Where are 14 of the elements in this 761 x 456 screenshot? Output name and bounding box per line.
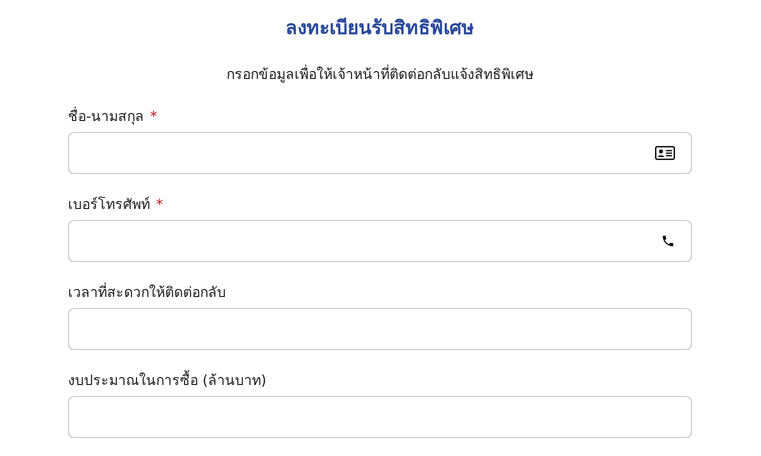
required-mark: * <box>156 196 163 215</box>
input-field[interactable] <box>68 132 692 174</box>
form-subtitle: กรอกข้อมูลเพื่อให้เจ้าหน้าที่ติดต่อกลับแจ้งสิทธิพิเศษ <box>226 64 534 86</box>
form-title: ลงทะเบียนรับสิทธิพิเศษ <box>286 16 474 41</box>
input-field[interactable] <box>68 396 692 438</box>
field-label: เวลาที่สะดวกให้ติดต่อกลับ <box>68 283 226 303</box>
field-label: งบประมาณในการซื้อ (ล้านบาท) <box>68 371 266 391</box>
input-field[interactable] <box>68 220 692 262</box>
id-card-icon <box>655 146 675 160</box>
input-field[interactable] <box>68 308 692 350</box>
field-label: ชื่อ-นามสกุล <box>68 107 144 127</box>
field-label: เบอร์โทรศัพท์ <box>68 196 150 215</box>
required-mark: * <box>150 108 158 127</box>
phone-icon <box>661 234 675 248</box>
